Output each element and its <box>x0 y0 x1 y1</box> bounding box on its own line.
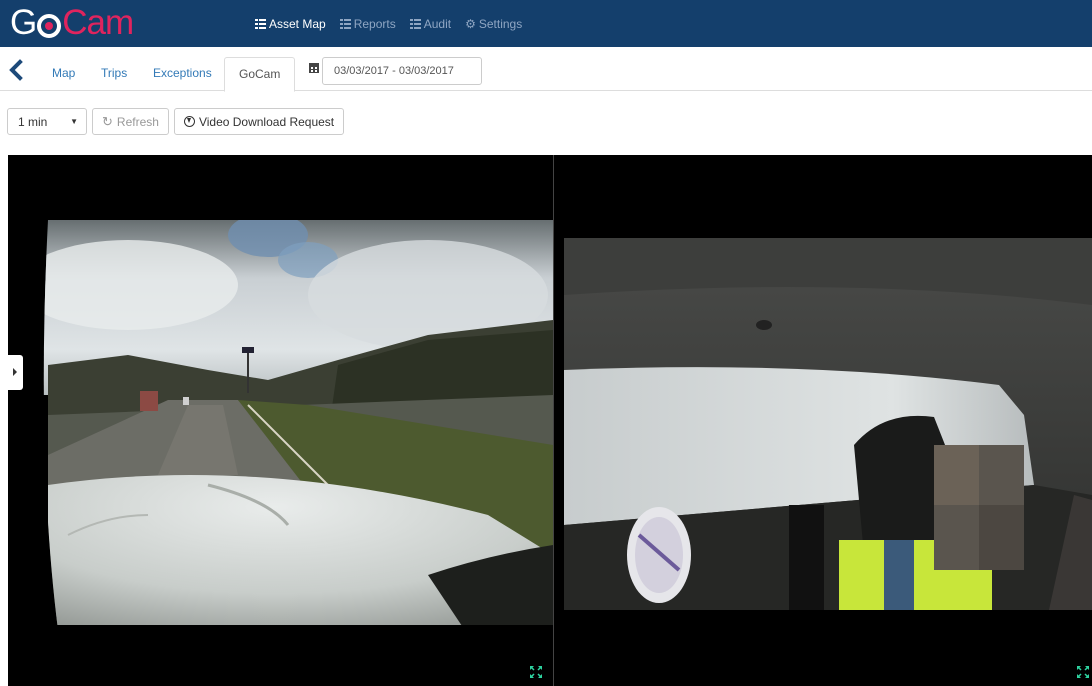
nav-audit-label: Audit <box>423 17 452 31</box>
tab-trips[interactable]: Trips <box>101 66 127 80</box>
chevron-left-icon <box>9 59 23 81</box>
logo-text-cam: Cam <box>62 3 134 42</box>
video-area <box>8 155 1092 686</box>
video-toolbar: 1 min ▼ ↻ Refresh Video Download Request <box>7 108 349 136</box>
driver-camera-frame <box>554 155 1092 686</box>
nav-audit[interactable]: Audit <box>409 17 452 31</box>
logo-o-icon <box>37 14 62 38</box>
top-navbar: G Cam Asset Map Reports Audit ⚙ Settings <box>0 0 1092 47</box>
nav-reports[interactable]: Reports <box>339 17 396 31</box>
logo-text-go: G <box>10 3 37 42</box>
list-icon <box>409 19 421 29</box>
caret-down-icon: ▼ <box>70 117 78 126</box>
nav-asset-map[interactable]: Asset Map <box>255 17 326 31</box>
download-circle-icon <box>183 116 195 127</box>
refresh-label: Refresh <box>116 114 159 129</box>
calendar-icon <box>309 63 319 73</box>
interval-select[interactable]: 1 min ▼ <box>7 108 87 135</box>
tab-map[interactable]: Map <box>52 66 75 80</box>
download-label: Video Download Request <box>198 114 335 129</box>
tab-gocam[interactable]: GoCam <box>224 57 296 92</box>
refresh-button[interactable]: ↻ Refresh <box>92 108 169 135</box>
tabs-bar: Map Trips Exceptions GoCam 03/03/2017 - … <box>0 57 1092 92</box>
driver-camera-video[interactable] <box>554 155 1092 686</box>
list-icon <box>255 19 266 29</box>
nav-settings-label: Settings <box>478 17 523 31</box>
main-nav: Asset Map Reports Audit ⚙ Settings <box>255 17 536 31</box>
tab-exceptions[interactable]: Exceptions <box>153 66 212 80</box>
back-button[interactable] <box>7 59 25 81</box>
list-icon <box>339 19 351 29</box>
expand-icon[interactable] <box>1076 665 1090 679</box>
gocam-logo[interactable]: G Cam <box>10 3 134 43</box>
date-range-picker[interactable]: 03/03/2017 - 03/03/2017 <box>322 57 482 85</box>
nav-asset-map-label: Asset Map <box>269 17 326 31</box>
nav-settings[interactable]: ⚙ Settings <box>465 17 522 31</box>
video-download-request-button[interactable]: Video Download Request <box>173 108 345 135</box>
road-camera-video[interactable] <box>8 155 553 686</box>
interval-value: 1 min <box>18 114 48 129</box>
gear-icon: ⚙ <box>465 17 476 31</box>
expand-icon[interactable] <box>529 665 543 679</box>
refresh-icon: ↻ <box>102 113 113 129</box>
nav-reports-label: Reports <box>353 17 396 31</box>
side-panel-toggle[interactable] <box>8 355 23 390</box>
road-camera-frame <box>8 155 553 686</box>
